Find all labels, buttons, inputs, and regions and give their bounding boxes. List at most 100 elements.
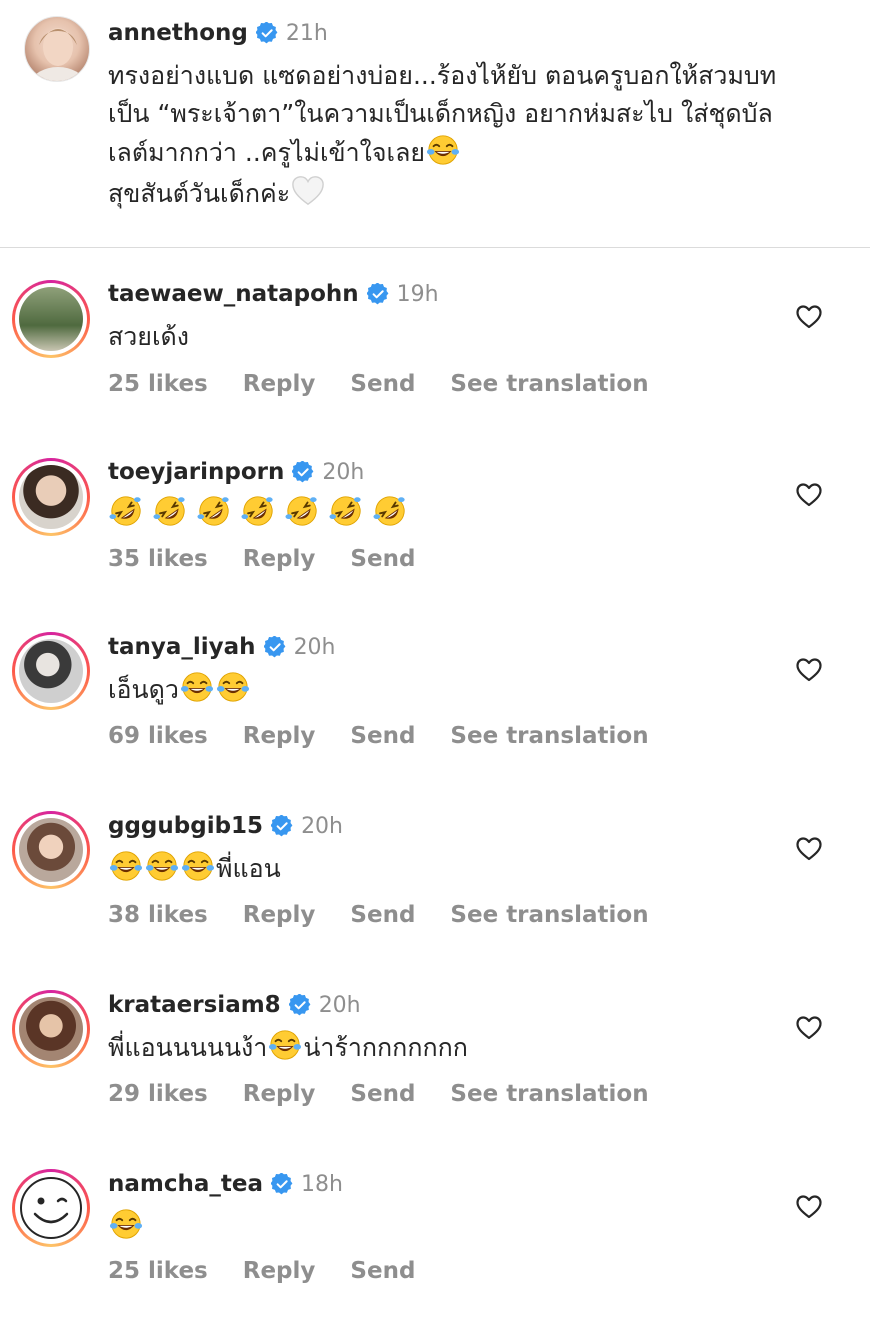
comment: krataersiam8 20h พี่แอนนนนนง้า น่าร้ากกกก… — [0, 978, 870, 1154]
rolling-on-the-floor-laughing-emoji — [329, 494, 363, 528]
comment: taewaew_natapohn 19h สวยเด้ง 25 likes Re… — [0, 265, 870, 441]
comment-text — [108, 494, 408, 534]
send-button[interactable]: Send — [350, 371, 415, 397]
heart-outline-icon[interactable] — [796, 1016, 822, 1040]
username[interactable]: annethong — [108, 20, 248, 46]
rolling-on-the-floor-laughing-emoji — [109, 494, 143, 528]
rolling-on-the-floor-laughing-emoji — [197, 494, 231, 528]
verified-badge-icon — [264, 636, 286, 658]
caption-line: สุขสันต์วันเด็กค่ะ — [108, 174, 326, 213]
heart-outline-icon[interactable] — [796, 483, 822, 507]
post-header: annethong 21h — [108, 16, 328, 50]
username[interactable]: tanya_liyah — [108, 634, 256, 660]
avatar[interactable] — [12, 280, 90, 358]
timestamp: 21h — [285, 20, 328, 46]
face-with-tears-of-joy-emoji — [268, 1028, 302, 1062]
comment-actions: 35 likes Reply Send — [108, 546, 415, 572]
reply-button[interactable]: Reply — [243, 546, 316, 572]
send-button[interactable]: Send — [350, 1258, 415, 1284]
see-translation-link[interactable]: See translation — [450, 902, 648, 928]
username[interactable]: krataersiam8 — [108, 992, 281, 1018]
likes-count[interactable]: 25 likes — [108, 1258, 208, 1284]
rolling-on-the-floor-laughing-emoji — [285, 494, 319, 528]
comment-actions: 25 likes Reply Send — [108, 1258, 415, 1284]
avatar[interactable] — [12, 632, 90, 710]
comment-text: พี่แอน — [108, 849, 281, 889]
comment-actions: 38 likes Reply Send See translation — [108, 902, 649, 928]
comment-header: toeyjarinporn 20h — [108, 455, 364, 489]
face-with-tears-of-joy-emoji — [109, 1207, 143, 1241]
send-button[interactable]: Send — [350, 1081, 415, 1107]
face-with-tears-of-joy-emoji — [145, 849, 179, 883]
reply-button[interactable]: Reply — [243, 723, 316, 749]
comment-text — [108, 1207, 144, 1247]
avatar[interactable] — [12, 990, 90, 1068]
avatar[interactable] — [12, 458, 90, 536]
reply-button[interactable]: Reply — [243, 371, 316, 397]
likes-count[interactable]: 29 likes — [108, 1081, 208, 1107]
rolling-on-the-floor-laughing-emoji — [373, 494, 407, 528]
timestamp: 20h — [301, 813, 343, 839]
face-with-tears-of-joy-emoji — [216, 670, 250, 704]
send-button[interactable]: Send — [350, 546, 415, 572]
comment-actions: 29 likes Reply Send See translation — [108, 1081, 649, 1107]
rolling-on-the-floor-laughing-emoji — [241, 494, 275, 528]
post-caption: annethong 21h ทรงอย่างแบด แซดอย่างบ่อย..… — [0, 0, 870, 248]
timestamp: 20h — [318, 992, 361, 1018]
send-button[interactable]: Send — [350, 723, 415, 749]
verified-badge-icon — [292, 461, 314, 483]
comment: gggubgib15 20h พี่แอน 38 likes Reply Sen… — [0, 799, 870, 975]
see-translation-link[interactable]: See translation — [450, 371, 648, 397]
reply-button[interactable]: Reply — [243, 1258, 316, 1284]
avatar[interactable] — [24, 16, 90, 82]
face-with-tears-of-joy-emoji — [109, 849, 143, 883]
comment-header: gggubgib15 20h — [108, 809, 343, 843]
caption-line: เป็น “พระเจ้าตา”ในความเป็นเด็กหญิง อยากห… — [108, 99, 773, 128]
reply-button[interactable]: Reply — [243, 902, 316, 928]
likes-count[interactable]: 35 likes — [108, 546, 208, 572]
divider — [0, 247, 870, 248]
comment-header: taewaew_natapohn 19h — [108, 277, 439, 311]
see-translation-link[interactable]: See translation — [450, 723, 648, 749]
comment: toeyjarinporn 20h 35 likes Reply Send — [0, 443, 870, 619]
comment: namcha_tea 18h 25 likes Reply Send — [0, 1157, 870, 1333]
verified-badge-icon — [367, 283, 389, 305]
likes-count[interactable]: 69 likes — [108, 723, 208, 749]
username[interactable]: namcha_tea — [108, 1171, 263, 1197]
comment-actions: 69 likes Reply Send See translation — [108, 723, 649, 749]
heart-outline-icon[interactable] — [796, 658, 822, 682]
rolling-on-the-floor-laughing-emoji — [153, 494, 187, 528]
heart-outline-icon[interactable] — [796, 837, 822, 861]
comment-actions: 25 likes Reply Send See translation — [108, 371, 649, 397]
timestamp: 19h — [396, 281, 439, 307]
comment: tanya_liyah 20h เอ็นดูว 69 likes Reply S… — [0, 620, 870, 796]
face-with-tears-of-joy-emoji — [181, 849, 215, 883]
heart-outline-icon[interactable] — [796, 305, 822, 329]
face-with-tears-of-joy-emoji — [180, 670, 214, 704]
caption-line: เลต์มากกว่า ..ครูไม่เข้าใจเลย — [108, 133, 461, 172]
send-button[interactable]: Send — [350, 902, 415, 928]
comment-text: สวยเด้ง — [108, 322, 189, 351]
timestamp: 20h — [293, 634, 336, 660]
heart-outline-icon[interactable] — [796, 1195, 822, 1219]
username[interactable]: gggubgib15 — [108, 813, 263, 839]
comment-header: namcha_tea 18h — [108, 1167, 343, 1201]
comment-text: เอ็นดูว — [108, 670, 251, 710]
username[interactable]: taewaew_natapohn — [108, 281, 359, 307]
avatar[interactable] — [12, 1169, 90, 1247]
verified-badge-icon — [289, 994, 311, 1016]
verified-badge-icon — [256, 22, 278, 44]
username[interactable]: toeyjarinporn — [108, 459, 284, 485]
likes-count[interactable]: 25 likes — [108, 371, 208, 397]
white-heart-emoji — [291, 174, 325, 208]
verified-badge-icon — [271, 1173, 293, 1195]
face-with-tears-of-joy-emoji — [426, 133, 460, 167]
avatar[interactable] — [12, 811, 90, 889]
likes-count[interactable]: 38 likes — [108, 902, 208, 928]
see-translation-link[interactable]: See translation — [450, 1081, 648, 1107]
caption-line: ทรงอย่างแบด แซดอย่างบ่อย...ร้องไห้ยับ ตอ… — [108, 61, 777, 90]
reply-button[interactable]: Reply — [243, 1081, 316, 1107]
timestamp: 18h — [301, 1171, 343, 1197]
smiley-icon — [20, 1177, 82, 1239]
comment-header: tanya_liyah 20h — [108, 630, 336, 664]
